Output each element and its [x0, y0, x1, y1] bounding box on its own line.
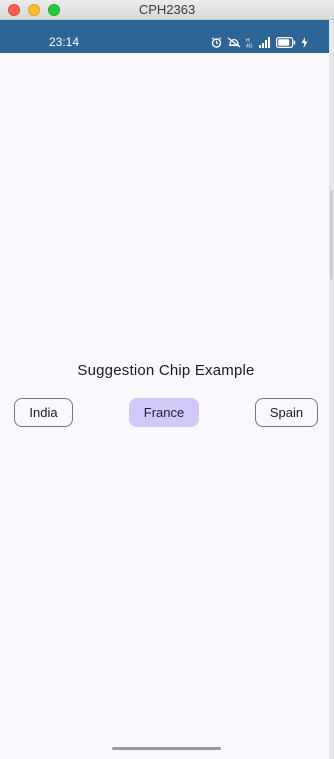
- chip-spain[interactable]: Spain: [255, 398, 318, 427]
- battery-icon: [276, 36, 296, 48]
- charging-icon: [301, 36, 308, 48]
- svg-text:4G: 4G: [246, 43, 253, 48]
- window-title: CPH2363: [138, 2, 196, 17]
- alarm-icon: [211, 36, 222, 48]
- status-bar: 23:14 H 4G: [0, 20, 334, 53]
- signal-icon: [259, 36, 271, 48]
- chip-label: Spain: [269, 405, 304, 420]
- chip-label: France: [143, 405, 185, 420]
- window-right-edge: [329, 20, 334, 759]
- volte-icon: H 4G: [246, 37, 254, 48]
- status-icons: H 4G: [211, 35, 308, 49]
- chip-label: India: [29, 405, 58, 420]
- mute-icon: [227, 36, 241, 48]
- page-title: Suggestion Chip Example: [77, 362, 255, 379]
- scroll-indicator: [330, 190, 333, 280]
- gesture-navigation-bar[interactable]: [112, 747, 221, 750]
- chip-india[interactable]: India: [14, 398, 73, 427]
- window-titlebar: CPH2363: [0, 0, 334, 20]
- chip-france[interactable]: France: [129, 398, 199, 427]
- status-time: 23:14: [49, 35, 80, 49]
